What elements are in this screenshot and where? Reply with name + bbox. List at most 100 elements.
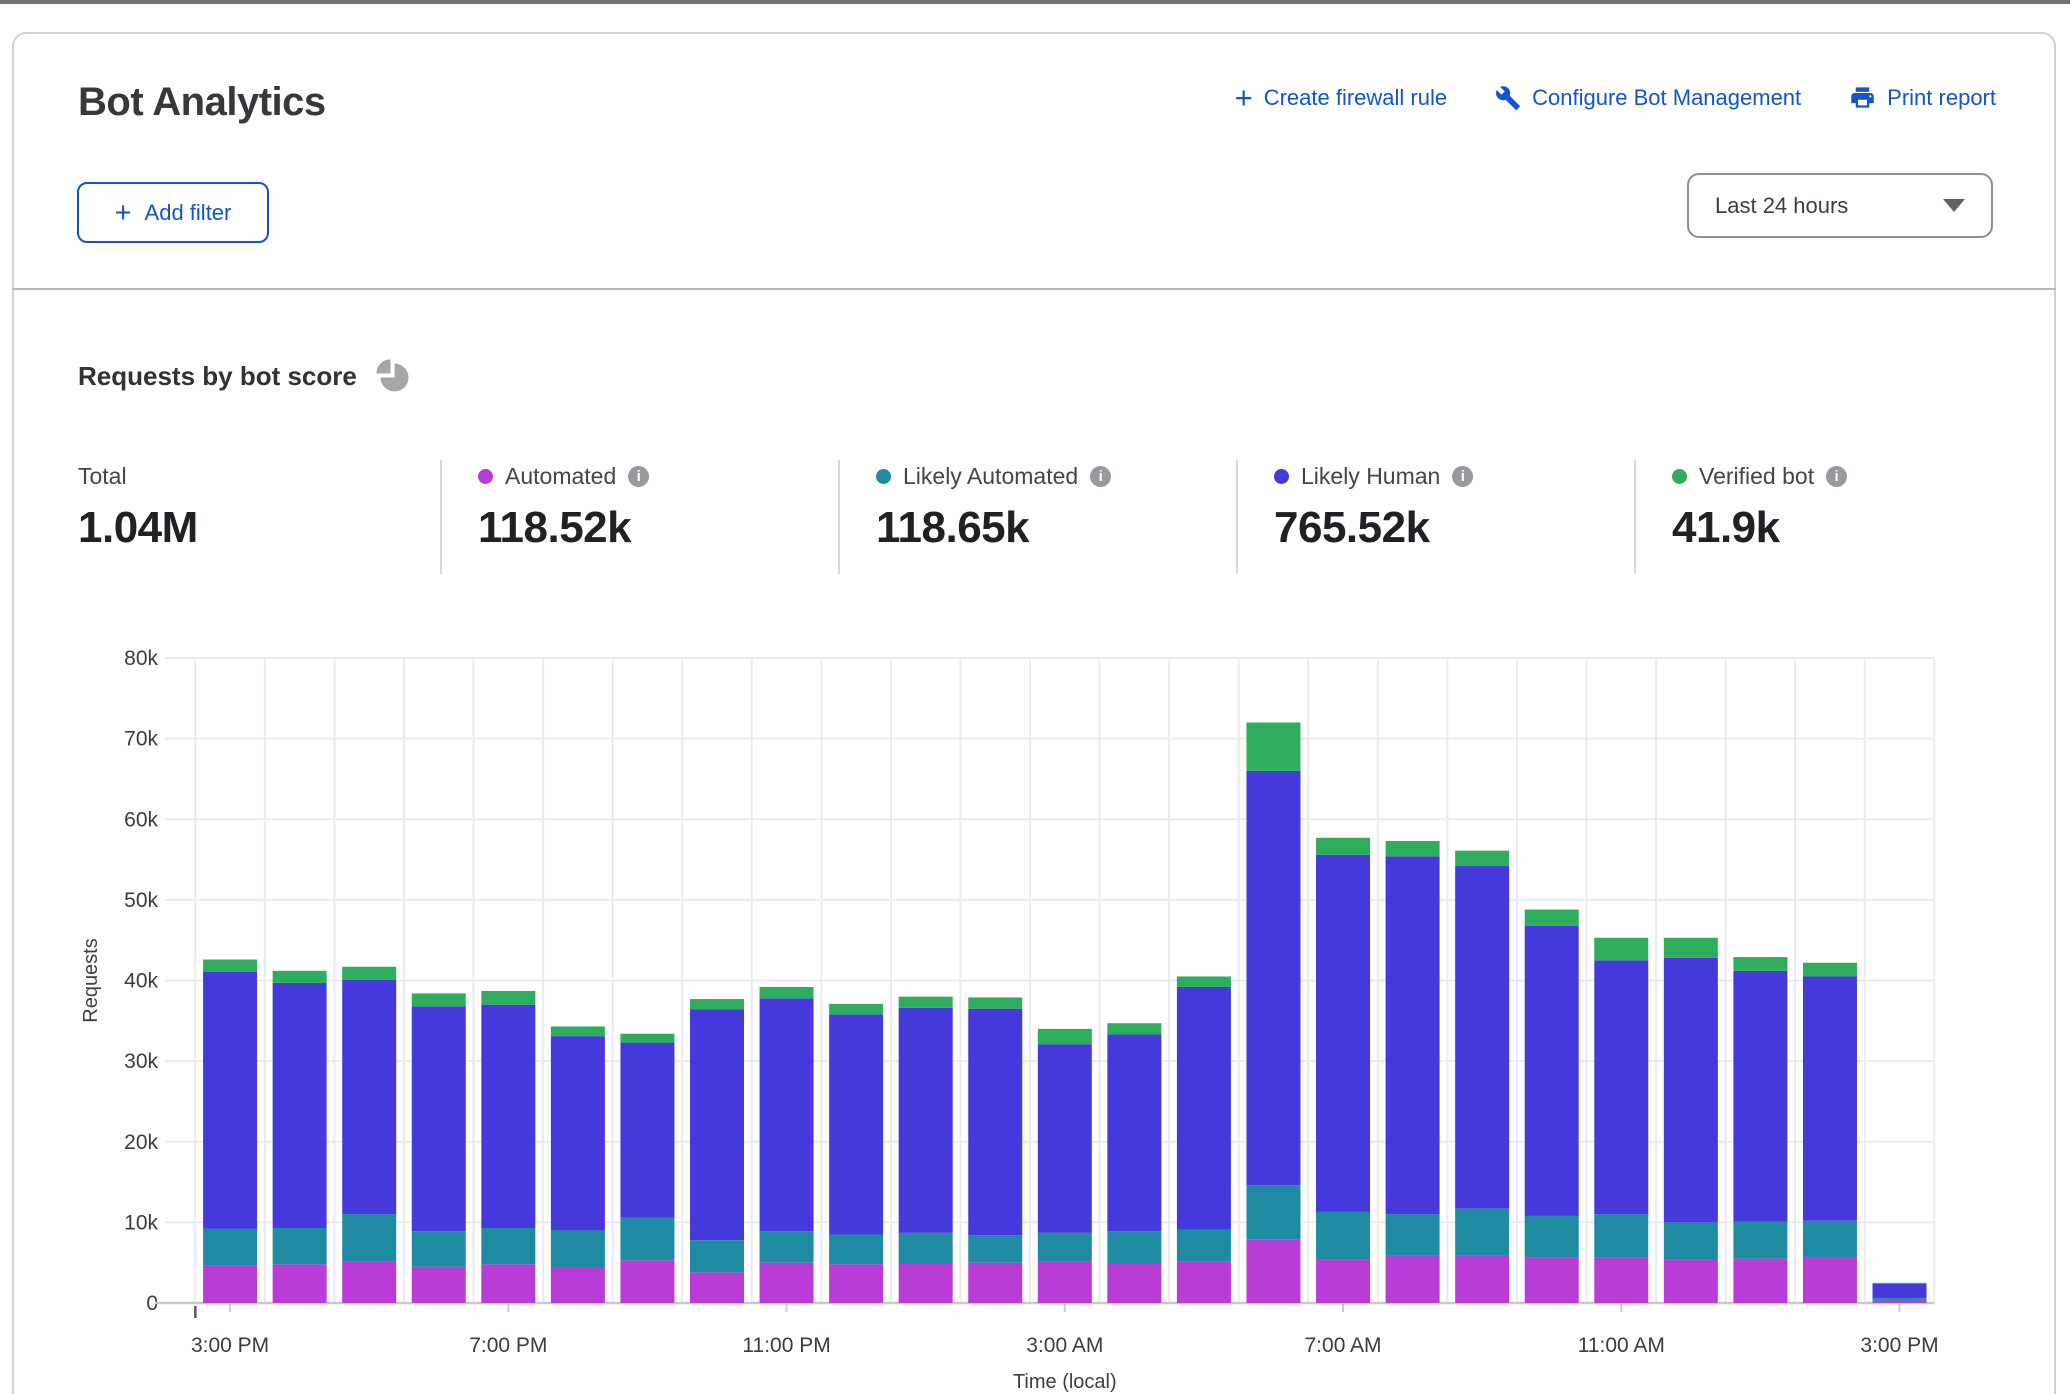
bar-segment[interactable]: [760, 1263, 814, 1303]
bar-segment[interactable]: [1386, 841, 1440, 856]
bar-segment[interactable]: [1455, 1255, 1509, 1303]
bar-segment[interactable]: [968, 1235, 1022, 1262]
bar-segment[interactable]: [620, 1043, 674, 1218]
bar-segment[interactable]: [1664, 1222, 1718, 1259]
bar-segment[interactable]: [1107, 1263, 1161, 1303]
bar-segment[interactable]: [1038, 1044, 1092, 1233]
bar-segment[interactable]: [829, 1234, 883, 1264]
bar-segment[interactable]: [203, 960, 257, 972]
bar-segment[interactable]: [620, 1034, 674, 1043]
bar-segment[interactable]: [1525, 910, 1579, 926]
bar-segment[interactable]: [829, 1004, 883, 1014]
bar-segment[interactable]: [1594, 960, 1648, 1214]
bar-segment[interactable]: [690, 999, 744, 1009]
bar-segment[interactable]: [1316, 838, 1370, 855]
bar-segment[interactable]: [481, 1005, 535, 1228]
bar-segment[interactable]: [412, 1267, 466, 1303]
bar-segment[interactable]: [1177, 987, 1231, 1230]
bar-segment[interactable]: [1316, 1259, 1370, 1303]
bar-segment[interactable]: [203, 972, 257, 1229]
bar-segment[interactable]: [203, 1265, 257, 1303]
bar-segment[interactable]: [1525, 926, 1579, 1216]
bar-segment[interactable]: [620, 1218, 674, 1261]
bar-segment[interactable]: [551, 1036, 605, 1230]
bar-segment[interactable]: [342, 967, 396, 980]
bar-segment[interactable]: [1733, 971, 1787, 1222]
bar-segment[interactable]: [551, 1268, 605, 1303]
bar-segment[interactable]: [481, 991, 535, 1005]
bar-segment[interactable]: [829, 1014, 883, 1234]
bar-segment[interactable]: [899, 997, 953, 1008]
bar-segment[interactable]: [899, 1008, 953, 1233]
bar-segment[interactable]: [273, 1264, 327, 1303]
bar-segment[interactable]: [1873, 1284, 1927, 1299]
bar-segment[interactable]: [1873, 1283, 1927, 1284]
bar-segment[interactable]: [899, 1233, 953, 1264]
bar-segment[interactable]: [1455, 1209, 1509, 1256]
bar-segment[interactable]: [551, 1026, 605, 1036]
bar-segment[interactable]: [1177, 1261, 1231, 1303]
bar-segment[interactable]: [829, 1264, 883, 1303]
bar-segment[interactable]: [1525, 1258, 1579, 1303]
bar-segment[interactable]: [412, 1231, 466, 1266]
bar-segment[interactable]: [690, 1272, 744, 1303]
bar-segment[interactable]: [1803, 1221, 1857, 1257]
bar-segment[interactable]: [1803, 1257, 1857, 1303]
bar-segment[interactable]: [1246, 771, 1300, 1185]
bar-segment[interactable]: [1594, 938, 1648, 961]
bar-segment[interactable]: [968, 1009, 1022, 1236]
bar-segment[interactable]: [899, 1263, 953, 1303]
bar-segment[interactable]: [1455, 866, 1509, 1209]
bar-segment[interactable]: [342, 1262, 396, 1303]
bar-segment[interactable]: [1177, 976, 1231, 986]
bar-segment[interactable]: [1733, 1222, 1787, 1259]
bar-segment[interactable]: [273, 983, 327, 1228]
bar-segment[interactable]: [412, 993, 466, 1006]
bar-segment[interactable]: [1803, 976, 1857, 1220]
bar-segment[interactable]: [412, 1006, 466, 1231]
bar-segment[interactable]: [968, 997, 1022, 1008]
bar-segment[interactable]: [273, 1228, 327, 1264]
bar-segment[interactable]: [1107, 1035, 1161, 1232]
bar-segment[interactable]: [1177, 1230, 1231, 1261]
bar-segment[interactable]: [1386, 1255, 1440, 1303]
bar-segment[interactable]: [551, 1230, 605, 1267]
bar-segment[interactable]: [1038, 1233, 1092, 1261]
bar-segment[interactable]: [760, 987, 814, 998]
bar-segment[interactable]: [342, 1214, 396, 1262]
bar-segment[interactable]: [1038, 1029, 1092, 1044]
bar-segment[interactable]: [1246, 723, 1300, 771]
bar-segment[interactable]: [1386, 856, 1440, 1214]
bar-segment[interactable]: [690, 1240, 744, 1272]
bar-segment[interactable]: [1733, 957, 1787, 971]
bar-segment[interactable]: [1594, 1214, 1648, 1258]
bar-segment[interactable]: [620, 1260, 674, 1303]
bar-segment[interactable]: [760, 998, 814, 1231]
bar-segment[interactable]: [1664, 958, 1718, 1222]
bar-segment[interactable]: [1107, 1231, 1161, 1263]
bar-segment[interactable]: [1733, 1259, 1787, 1303]
bar-segment[interactable]: [760, 1231, 814, 1262]
bar-segment[interactable]: [1316, 855, 1370, 1212]
bar-segment[interactable]: [1038, 1261, 1092, 1303]
bar-segment[interactable]: [481, 1228, 535, 1264]
bar-segment[interactable]: [1246, 1239, 1300, 1303]
bar-segment[interactable]: [1873, 1301, 1927, 1303]
bar-segment[interactable]: [968, 1263, 1022, 1303]
bar-segment[interactable]: [1803, 963, 1857, 977]
bar-segment[interactable]: [1664, 938, 1718, 958]
bar-segment[interactable]: [273, 971, 327, 983]
bar-segment[interactable]: [203, 1229, 257, 1265]
bar-segment[interactable]: [690, 1010, 744, 1241]
bar-segment[interactable]: [342, 980, 396, 1215]
bar-segment[interactable]: [1594, 1258, 1648, 1303]
bar-segment[interactable]: [1386, 1214, 1440, 1255]
bar-segment[interactable]: [1664, 1259, 1718, 1303]
bar-segment[interactable]: [1246, 1185, 1300, 1239]
bar-segment[interactable]: [1455, 851, 1509, 866]
bar-segment[interactable]: [1316, 1212, 1370, 1260]
bar-segment[interactable]: [1873, 1298, 1927, 1300]
bar-segment[interactable]: [1107, 1023, 1161, 1034]
bar-segment[interactable]: [1525, 1216, 1579, 1258]
bar-segment[interactable]: [481, 1264, 535, 1303]
